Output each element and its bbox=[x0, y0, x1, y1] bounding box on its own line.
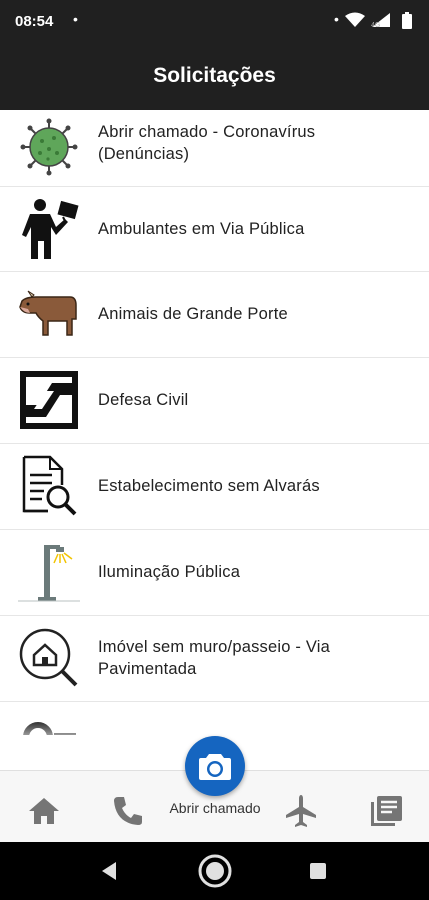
recents-icon[interactable] bbox=[309, 862, 327, 880]
house-search-icon bbox=[19, 628, 78, 687]
list-item-property[interactable]: Imóvel sem muro/passeio - Via Pavimentad… bbox=[0, 615, 429, 702]
phone-icon[interactable] bbox=[108, 791, 148, 831]
list-item-label: Estabelecimento sem Alvarás bbox=[98, 477, 320, 495]
street-vendor-icon bbox=[22, 199, 79, 259]
signal-4g-icon: 4G bbox=[371, 13, 390, 28]
list-item-large-animals[interactable]: Animais de Grande Porte bbox=[0, 271, 429, 358]
library-books-icon[interactable] bbox=[366, 791, 406, 831]
list-item-label: Abrir chamado - Coronavírus (Denúncias) bbox=[98, 123, 316, 163]
camera-icon bbox=[199, 754, 231, 780]
svg-text:4G: 4G bbox=[371, 22, 380, 28]
cow-icon bbox=[19, 290, 77, 336]
status-dot: • bbox=[334, 11, 339, 27]
back-icon[interactable] bbox=[99, 861, 119, 881]
notification-dot: • bbox=[73, 11, 78, 27]
list-item-public-lighting[interactable]: Iluminação Pública bbox=[0, 529, 429, 616]
battery-icon bbox=[402, 12, 412, 29]
coronavirus-icon bbox=[20, 118, 78, 176]
status-bar: 08:54 • • 4G bbox=[0, 0, 429, 44]
wifi-icon bbox=[345, 12, 365, 27]
civil-defense-logo-icon bbox=[20, 371, 78, 429]
airplane-icon[interactable] bbox=[281, 791, 321, 831]
new-request-button[interactable] bbox=[185, 736, 245, 796]
list-item-label: Defesa Civil bbox=[98, 391, 189, 409]
app-bar: Solicitações bbox=[0, 44, 429, 110]
document-search-icon bbox=[22, 455, 77, 516]
street-lamp-icon bbox=[18, 545, 80, 602]
system-navigation-bar bbox=[0, 842, 429, 900]
list-item-establishment[interactable]: Estabelecimento sem Alvarás bbox=[0, 443, 429, 530]
page-title: Solicitações bbox=[153, 64, 276, 87]
new-request-label[interactable]: Abrir chamado bbox=[165, 800, 265, 817]
list-item-label: Iluminação Pública bbox=[98, 563, 241, 581]
list-item-civil-defense[interactable]: Defesa Civil bbox=[0, 357, 429, 444]
list-item-coronavirus[interactable]: Abrir chamado - Coronavírus (Denúncias) bbox=[0, 110, 429, 187]
request-list[interactable]: Abrir chamado - Coronavírus (Denúncias) … bbox=[0, 110, 429, 735]
list-item-street-vendors[interactable]: Ambulantes em Via Pública bbox=[0, 186, 429, 272]
status-time: 08:54 bbox=[15, 13, 54, 30]
list-item-label: Imóvel sem muro/passeio - Via Pavimentad… bbox=[98, 638, 330, 678]
list-item-label: Animais de Grande Porte bbox=[98, 305, 288, 323]
list-item-label: Ambulantes em Via Pública bbox=[98, 220, 305, 238]
home-circle-icon[interactable] bbox=[197, 853, 233, 889]
home-icon[interactable] bbox=[24, 791, 64, 831]
